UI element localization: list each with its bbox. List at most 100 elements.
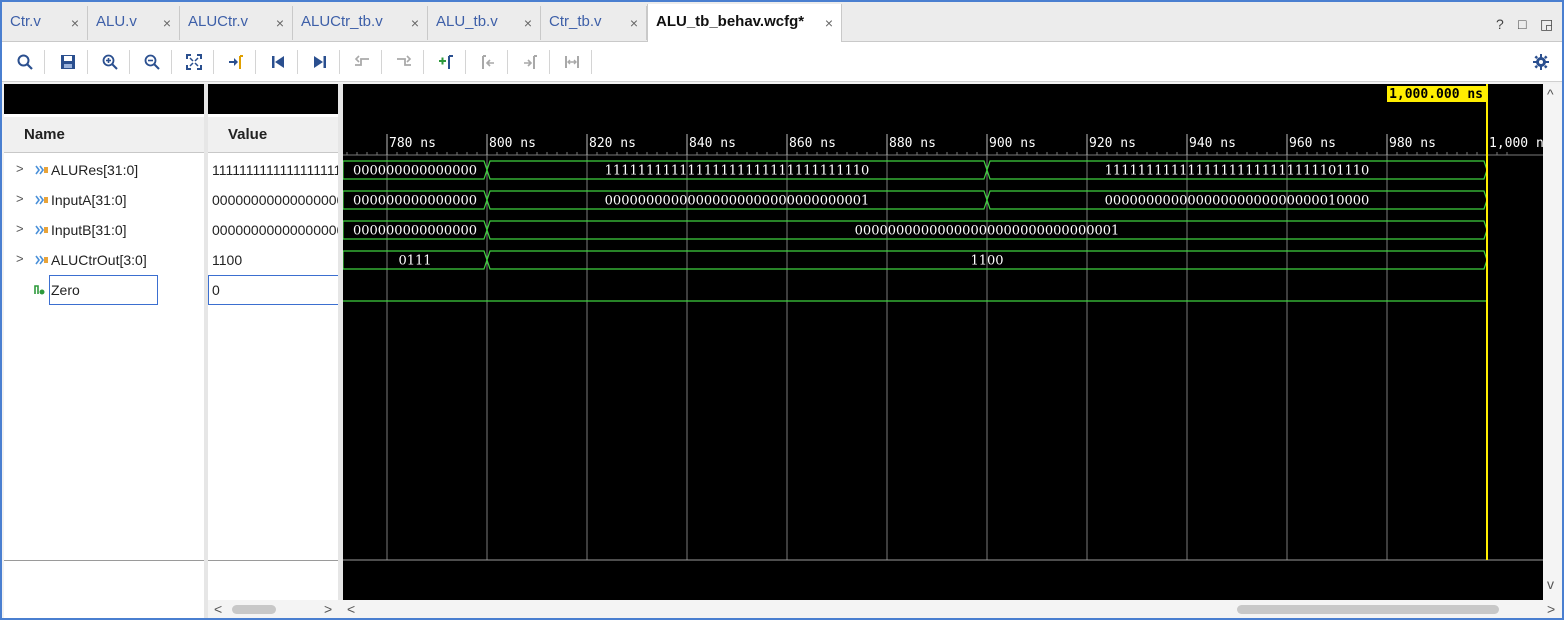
time-tick-label: 800 ns — [489, 136, 536, 151]
value-header-label: Value — [228, 126, 268, 143]
expand-chevron-icon[interactable]: > — [16, 191, 24, 206]
vertical-scrollbar[interactable]: ^ v — [1543, 84, 1562, 600]
swap-cursors-icon — [561, 51, 583, 73]
tab-alu-tb-behav-wcfg[interactable]: ALU_tb_behav.wcfg* × — [647, 4, 842, 42]
bus-value-label: 000000000000000 — [353, 224, 477, 239]
next-transition-icon — [393, 51, 415, 73]
time-tick-label: 1,000 ns — [1489, 136, 1543, 151]
waveform-row[interactable]: 000000000000000 0000000000000000000000000… — [343, 190, 1488, 210]
bit-signal-icon — [34, 285, 45, 295]
tab-label: Ctr.v — [10, 13, 41, 30]
expand-chevron-icon[interactable]: > — [16, 251, 24, 266]
scroll-up-icon[interactable]: ^ — [1547, 86, 1554, 102]
previous-marker-icon — [477, 51, 499, 73]
time-tick-label: 960 ns — [1289, 136, 1336, 151]
scrollbar-thumb[interactable] — [1237, 605, 1499, 614]
selected-value-outline — [208, 275, 338, 305]
signal-row-aluctrout[interactable]: > ALUCtrOut[3:0] — [4, 245, 204, 275]
tab-aluctr-tb-v[interactable]: ALUCtr_tb.v × — [293, 6, 428, 40]
close-icon[interactable]: × — [163, 15, 171, 31]
tab-label: ALU_tb_behav.wcfg* — [656, 13, 805, 30]
restore-icon[interactable]: □ — [1518, 16, 1526, 32]
scroll-right-icon[interactable]: > — [1547, 601, 1555, 617]
time-tick-label: 980 ns — [1389, 136, 1436, 151]
signal-name: InputA[31:0] — [51, 192, 127, 208]
signal-value-pane: Value 11111111111111111111111111101110 0… — [208, 84, 338, 618]
time-tick-label: 840 ns — [689, 136, 736, 151]
bus-signal-icon — [35, 195, 48, 205]
waveform-horizontal-scrollbar[interactable]: < > — [343, 600, 1562, 618]
tab-ctr-tb-v[interactable]: Ctr_tb.v × — [541, 6, 647, 40]
bus-signal-icon — [35, 225, 48, 235]
signal-name: ALURes[31:0] — [51, 162, 139, 178]
waveform-window: Ctr.v × ALU.v × ALUCtr.v × ALUCtr_tb.v ×… — [0, 0, 1564, 620]
signal-value: 11111111111111111111111111101110 — [212, 162, 338, 178]
tab-alu-tb-v[interactable]: ALU_tb.v × — [428, 6, 541, 40]
close-icon[interactable]: × — [276, 15, 284, 31]
settings-gear-icon[interactable] — [1530, 51, 1552, 73]
time-tick-label: 780 ns — [389, 136, 436, 151]
bus-value-label: 00000000000000000000000000000001 — [605, 194, 870, 209]
value-row-aluctrout[interactable]: 1100 — [208, 245, 338, 275]
waveform-row[interactable]: 000000000000000 0000000000000000000000000… — [343, 220, 1488, 240]
signal-name: ALUCtrOut[3:0] — [51, 252, 147, 268]
value-row-inputb[interactable]: 00000000000000000000000000000001 — [208, 215, 338, 245]
bus-value-label: 000000000000000 — [353, 194, 477, 209]
tab-ctr-v[interactable]: Ctr.v × — [2, 6, 88, 40]
go-to-cursor-icon[interactable] — [225, 51, 247, 73]
maximize-icon[interactable]: ◲ — [1540, 16, 1553, 33]
signal-row-alures[interactable]: > ALURes[31:0] — [4, 155, 204, 185]
close-icon[interactable]: × — [825, 15, 833, 31]
scroll-left-icon[interactable]: < — [347, 601, 355, 617]
add-marker-icon[interactable] — [435, 51, 457, 73]
signal-row-inputb[interactable]: > InputB[31:0] — [4, 215, 204, 245]
tab-alu-v[interactable]: ALU.v × — [88, 6, 180, 40]
expand-chevron-icon[interactable]: > — [16, 161, 24, 176]
go-to-end-icon[interactable] — [309, 51, 331, 73]
scrollbar-thumb[interactable] — [232, 605, 276, 614]
value-horizontal-scrollbar[interactable]: < > — [208, 600, 343, 618]
close-icon[interactable]: × — [524, 15, 532, 31]
expand-chevron-icon[interactable]: > — [16, 221, 24, 236]
tab-label: Ctr_tb.v — [549, 13, 602, 30]
time-tick-label: 820 ns — [589, 136, 636, 151]
bus-value-label: 11111111111111111111111111111110 — [605, 164, 870, 179]
signal-value: 00000000000000000000000000000001 — [212, 222, 338, 238]
bus-signal-icon — [35, 255, 48, 265]
editor-tab-bar: Ctr.v × ALU.v × ALUCtr.v × ALUCtr_tb.v ×… — [2, 2, 1562, 42]
time-tick-label: 880 ns — [889, 136, 936, 151]
signal-row-inputa[interactable]: > InputA[31:0] — [4, 185, 204, 215]
bus-value-label: 11111111111111111111111111101110 — [1105, 164, 1370, 179]
tab-label: ALU_tb.v — [436, 13, 498, 30]
waveform-canvas[interactable]: 780 ns 800 ns 820 ns 840 ns 860 ns 880 ns 900 … — [343, 84, 1543, 600]
tab-aluctr-v[interactable]: ALUCtr.v × — [180, 6, 293, 40]
tab-label: ALUCtr_tb.v — [301, 13, 383, 30]
zoom-out-icon[interactable] — [141, 51, 163, 73]
scroll-right-icon[interactable]: > — [324, 601, 332, 617]
scroll-left-icon[interactable]: < — [214, 601, 222, 617]
go-to-start-icon[interactable] — [267, 51, 289, 73]
save-icon[interactable] — [57, 51, 79, 73]
search-icon[interactable] — [14, 51, 36, 73]
zoom-fit-icon[interactable] — [183, 51, 205, 73]
value-row-alures[interactable]: 11111111111111111111111111101110 — [208, 155, 338, 185]
waveform-row[interactable]: 0111 1100 — [343, 250, 1488, 270]
next-marker-icon — [519, 51, 541, 73]
waveform-toolbar — [2, 42, 1562, 82]
value-row-inputa[interactable]: 00000000000000000000000000010000 — [208, 185, 338, 215]
scroll-down-icon[interactable]: v — [1547, 576, 1554, 592]
time-tick-label: 940 ns — [1189, 136, 1236, 151]
signal-value: 1100 — [212, 252, 243, 268]
help-icon[interactable]: ? — [1496, 16, 1504, 32]
close-icon[interactable]: × — [71, 15, 79, 31]
name-header-label: Name — [24, 126, 65, 143]
close-icon[interactable]: × — [411, 15, 419, 31]
zoom-in-icon[interactable] — [99, 51, 121, 73]
waveform-row[interactable]: 000000000000000 1111111111111111111111111… — [343, 160, 1488, 180]
cursor-time-label: 1,000.000 ns — [1389, 87, 1483, 102]
time-tick-label: 860 ns — [789, 136, 836, 151]
name-column-header[interactable]: Name — [4, 117, 204, 153]
close-icon[interactable]: × — [630, 15, 638, 31]
value-column-header[interactable]: Value — [208, 117, 338, 153]
previous-transition-icon — [351, 51, 373, 73]
